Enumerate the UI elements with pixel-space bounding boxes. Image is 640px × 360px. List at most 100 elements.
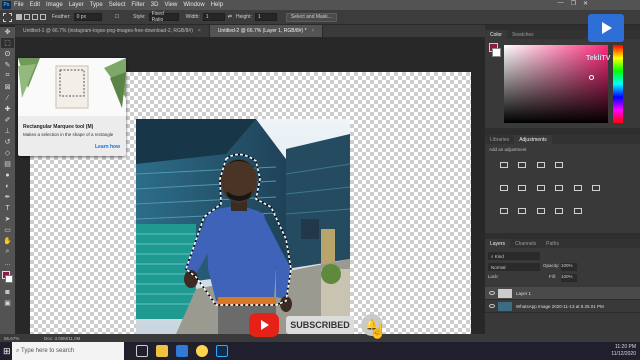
select-and-mask-button[interactable]: Select and Mask... [285,12,337,22]
feather-input[interactable]: 0 px [73,13,102,21]
pen-icon[interactable]: ✒ [1,192,14,202]
layer-filter-kind[interactable]: ⌕ Kind [488,252,540,260]
opacity-input[interactable]: 100% [561,263,577,271]
taskbar-search[interactable]: ⌕ Type here to search [12,342,124,360]
height-input[interactable]: 1 [254,13,277,21]
tab-libraries[interactable]: Libraries [485,135,514,144]
clock[interactable]: 11:20 PM 11/12/2020 [611,344,636,358]
tab-channels[interactable]: Channels [510,239,541,248]
tab-swatches[interactable]: Swatches [507,30,539,39]
antialias-checkbox[interactable]: ☐ [115,14,119,20]
curves-icon[interactable] [536,162,545,168]
close-button[interactable]: ✕ [583,0,588,7]
black-white-icon[interactable] [555,185,564,191]
color-swatches[interactable] [0,269,15,287]
quick-mask-icon[interactable]: ◙ [1,287,14,297]
eye-icon[interactable] [489,291,495,295]
menu-file[interactable]: File [14,2,24,8]
windows-start-icon[interactable]: ⊞ [3,346,11,357]
gradient-map-icon[interactable] [573,208,582,214]
selective-color-icon[interactable] [555,208,564,214]
file-explorer-icon[interactable] [156,345,168,357]
tab-adjustments[interactable]: Adjustments [514,135,552,144]
zoom-icon[interactable]: ⌕ [1,247,14,257]
layer-name[interactable]: Layer 1 [516,291,531,296]
eye-icon[interactable] [489,304,495,308]
more-tools-icon[interactable]: … [1,258,14,268]
hue-slider[interactable] [613,45,623,123]
color-picker-handle[interactable] [589,75,594,80]
posterize-icon[interactable] [518,208,527,214]
subscribed-button[interactable]: SUBSCRIBED [286,316,354,334]
menu-edit[interactable]: Edit [30,2,40,8]
swap-icon[interactable]: ⇄ [228,14,232,20]
invert-icon[interactable] [500,208,508,214]
rectangular-marquee-icon[interactable]: ⬚ [1,38,14,48]
healing-brush-icon[interactable]: ✚ [1,104,14,114]
hue-saturation-icon[interactable] [518,185,527,191]
learn-how-link[interactable]: Learn how [95,144,120,150]
layer-name[interactable]: WhatsApp Image 2020-11-13 at 8.25.01 PM [516,304,604,309]
photo-layer[interactable] [136,119,350,334]
move-tool-icon[interactable]: ✥ [1,27,14,37]
style-select[interactable]: Fixed Ratio [148,11,179,23]
chrome-icon[interactable] [196,345,208,357]
photo-filter-icon[interactable] [573,185,582,191]
tab-color[interactable]: Color [485,30,507,39]
marquee-preset-icon[interactable] [3,12,12,22]
layer-row[interactable]: Layer 1 [485,287,640,300]
screen-mode-icon[interactable]: ▣ [1,298,14,308]
youtube-icon[interactable] [249,313,279,337]
menu-window[interactable]: Window [183,2,204,8]
channel-mixer-icon[interactable] [592,185,601,191]
dodge-icon[interactable]: ◐ [1,181,14,191]
background-color-swatch[interactable] [5,275,13,283]
photoshop-taskbar-icon[interactable] [216,345,228,357]
menu-help[interactable]: Help [211,2,223,8]
history-brush-icon[interactable]: ↺ [1,137,14,147]
clone-stamp-icon[interactable]: ⊥ [1,126,14,136]
menu-filter[interactable]: Filter [131,2,144,8]
menu-type[interactable]: Type [90,2,103,8]
tab-close-icon[interactable]: × [312,28,315,34]
levels-icon[interactable] [518,162,527,168]
fill-input[interactable]: 100% [561,274,577,282]
bg-color-chip[interactable] [492,48,501,57]
eyedropper-icon[interactable]: ⁄ [1,93,14,103]
lasso-icon[interactable]: ʘ [1,49,14,59]
task-view-icon[interactable] [136,345,148,357]
minimize-button[interactable]: — [558,0,564,7]
width-input[interactable]: 1 [202,13,225,21]
type-tool-icon[interactable]: T [1,203,14,213]
tab-close-icon[interactable]: × [198,28,201,34]
exposure-icon[interactable] [555,162,564,168]
frame-icon[interactable]: ⊠ [1,82,14,92]
vibrance-icon[interactable] [500,185,508,191]
crop-icon[interactable]: ⌗ [1,71,14,81]
tab-untitled-1[interactable]: Untitled-1 @ 66.7% (instagram-logos-png-… [15,25,210,37]
quick-select-icon[interactable]: ✎ [1,60,14,70]
layer-row[interactable]: WhatsApp Image 2020-11-13 at 8.25.01 PM [485,300,640,313]
menu-select[interactable]: Select [109,2,126,8]
color-balance-icon[interactable] [536,185,545,191]
path-select-icon[interactable]: ➤ [1,214,14,224]
tab-paths[interactable]: Paths [541,239,564,248]
eraser-icon[interactable]: ◇ [1,148,14,158]
brush-icon[interactable]: ✐ [1,115,14,125]
shape-icon[interactable]: ▭ [1,225,14,235]
tab-untitled-2[interactable]: Untitled-2 @ 66.7% (Layer 1, RGB/8#) * × [209,25,324,37]
hand-icon[interactable]: ✋ [1,236,14,246]
menu-view[interactable]: View [164,2,177,8]
tab-layers[interactable]: Layers [485,239,511,248]
brightness-icon[interactable] [500,162,508,168]
gradient-icon[interactable]: ▤ [1,159,14,169]
maximize-button[interactable]: ❐ [571,0,576,7]
menu-layer[interactable]: Layer [69,2,84,8]
edge-icon[interactable] [176,345,188,357]
threshold-icon[interactable] [536,208,545,214]
zoom-level[interactable]: 66.67% [4,336,44,341]
blend-mode-select[interactable]: Normal [488,263,540,271]
blur-icon[interactable]: ● [1,170,14,180]
menu-image[interactable]: Image [46,2,63,8]
menu-3d[interactable]: 3D [151,2,159,8]
